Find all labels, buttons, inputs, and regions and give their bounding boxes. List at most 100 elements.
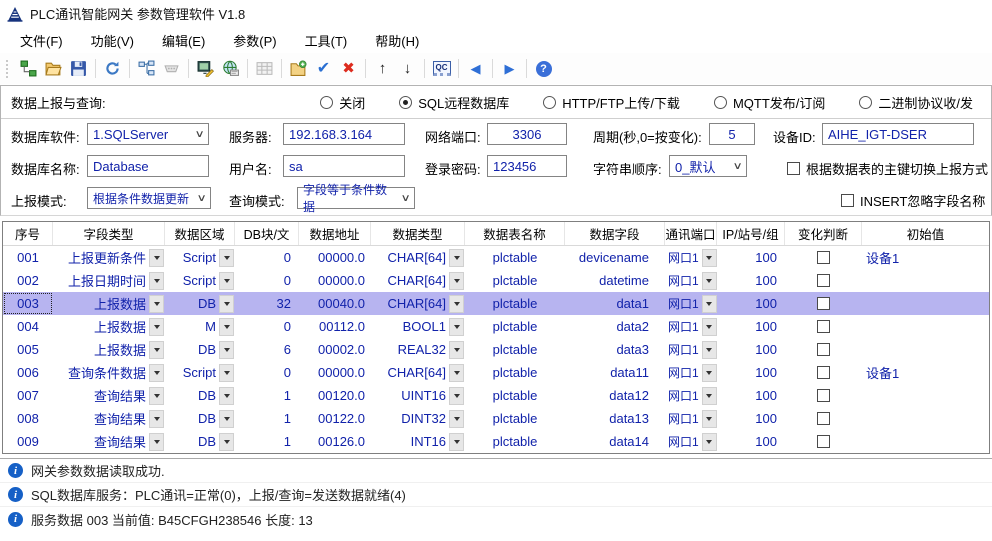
table-row[interactable]: 004 上报数据 M 0 00112.0 BOOL1 plctable data… [3,315,989,338]
mode-radio-binary[interactable]: 二进制协议收/发 [859,93,973,112]
cell-table-name[interactable]: plctable [465,361,565,384]
cell-seq[interactable]: 009 [3,430,53,453]
table-row[interactable]: 006 查询条件数据 Script 0 00000.0 CHAR[64] plc… [3,361,989,384]
cell-field[interactable]: data11 [565,361,665,384]
cell-initial[interactable]: 设备1 [862,361,989,384]
mode-radio-sql[interactable]: SQL远程数据库 [399,93,509,112]
cell-port[interactable]: 网口1 [665,384,717,407]
cell-initial[interactable] [862,338,989,361]
cell-data-area[interactable]: M [165,315,235,338]
cell-field[interactable]: data12 [565,384,665,407]
cell-seq[interactable]: 003 [3,292,53,315]
cell-field[interactable]: data2 [565,315,665,338]
cell-initial[interactable] [862,292,989,315]
cell-data-area[interactable]: DB [165,430,235,453]
cell-table-name[interactable]: plctable [465,407,565,430]
dropdown-arrow-icon[interactable] [702,272,717,290]
dropdown-arrow-icon[interactable] [449,295,464,313]
cell-seq[interactable]: 005 [3,338,53,361]
cell-data-type[interactable]: REAL32 [371,338,465,361]
cell-table-name[interactable]: plctable [465,246,565,269]
cell-data-type[interactable]: CHAR[64] [371,292,465,315]
radio-selected-icon[interactable] [399,96,412,109]
table-row[interactable]: 008 查询结果 DB 1 00122.0 DINT32 plctable da… [3,407,989,430]
cell-address[interactable]: 00002.0 [299,338,371,361]
dropdown-arrow-icon[interactable] [219,295,234,313]
cell-seq[interactable]: 007 [3,384,53,407]
server-input[interactable] [283,123,405,145]
cell-ip[interactable]: 100 [717,269,785,292]
cell-change-flag[interactable] [785,292,862,315]
checkbox-icon[interactable] [787,162,800,175]
web-remote-icon[interactable] [218,56,243,81]
cell-ip[interactable]: 100 [717,384,785,407]
cell-ip[interactable]: 100 [717,361,785,384]
cell-port[interactable]: 网口1 [665,246,717,269]
dropdown-arrow-icon[interactable] [702,387,717,405]
cell-change-flag[interactable] [785,384,862,407]
user-input[interactable] [283,155,405,177]
net-port-input[interactable] [487,123,567,145]
cell-table-name[interactable]: plctable [465,430,565,453]
dropdown-arrow-icon[interactable] [449,410,464,428]
cell-db-block[interactable]: 0 [235,246,299,269]
topology-icon[interactable] [134,56,159,81]
radio-icon[interactable] [859,96,872,109]
dropdown-arrow-icon[interactable] [219,387,234,405]
dropdown-arrow-icon[interactable] [219,410,234,428]
change-checkbox[interactable] [817,274,830,287]
dropdown-arrow-icon[interactable] [219,364,234,382]
cell-field-type[interactable]: 查询结果 [53,407,165,430]
insert-ignore-checkbox[interactable]: INSERT忽略字段名称 [841,191,985,210]
query-mode-select[interactable]: 字段等于条件数据∨ [297,187,415,209]
cell-change-flag[interactable] [785,315,862,338]
cell-db-block[interactable]: 1 [235,430,299,453]
cell-field-type[interactable]: 上报数据 [53,338,165,361]
cell-initial[interactable]: 设备1 [862,246,989,269]
menu-function[interactable]: 功能(V) [77,27,148,54]
cell-field-type[interactable]: 上报更新条件 [53,246,165,269]
cell-table-name[interactable]: plctable [465,315,565,338]
table-row[interactable]: 009 查询结果 DB 1 00126.0 INT16 plctable dat… [3,430,989,453]
pk-switch-checkbox[interactable]: 根据数据表的主键切换上报方式 [787,159,988,178]
dropdown-arrow-icon[interactable] [449,364,464,382]
dropdown-arrow-icon[interactable] [219,318,234,336]
toolbar-grip[interactable] [6,60,11,78]
cell-port[interactable]: 网口1 [665,430,717,453]
dropdown-arrow-icon[interactable] [219,249,234,267]
change-checkbox[interactable] [817,297,830,310]
menu-help[interactable]: 帮助(H) [361,27,433,54]
cell-ip[interactable]: 100 [717,292,785,315]
checkbox-icon[interactable] [841,194,854,207]
dropdown-arrow-icon[interactable] [449,387,464,405]
cell-port[interactable]: 网口1 [665,292,717,315]
new-group-icon[interactable] [286,56,311,81]
cell-port[interactable]: 网口1 [665,407,717,430]
cell-field[interactable]: datetime [565,269,665,292]
cell-field-type[interactable]: 上报日期时间 [53,269,165,292]
dropdown-arrow-icon[interactable] [149,410,164,428]
period-input[interactable] [709,123,755,145]
apply-check-icon[interactable]: ✔ [311,56,336,81]
cell-table-name[interactable]: plctable [465,292,565,315]
refresh-icon[interactable] [100,56,125,81]
table-row[interactable]: 002 上报日期时间 Script 0 00000.0 CHAR[64] plc… [3,269,989,292]
cell-data-area[interactable]: Script [165,361,235,384]
cell-address[interactable]: 00120.0 [299,384,371,407]
cell-change-flag[interactable] [785,361,862,384]
dropdown-arrow-icon[interactable] [149,387,164,405]
change-checkbox[interactable] [817,251,830,264]
move-down-icon[interactable]: ↓ [395,56,420,81]
dropdown-arrow-icon[interactable] [449,249,464,267]
radio-icon[interactable] [320,96,333,109]
change-checkbox[interactable] [817,389,830,402]
db-software-select[interactable]: 1.SQLServer∨ [87,123,209,145]
cell-data-type[interactable]: CHAR[64] [371,269,465,292]
cell-db-block[interactable]: 0 [235,315,299,338]
monitor-edit-icon[interactable] [193,56,218,81]
move-up-icon[interactable]: ↑ [370,56,395,81]
mode-radio-mqtt[interactable]: MQTT发布/订阅 [714,93,825,112]
cell-data-area[interactable]: Script [165,269,235,292]
cell-data-type[interactable]: CHAR[64] [371,246,465,269]
dropdown-arrow-icon[interactable] [702,249,717,267]
